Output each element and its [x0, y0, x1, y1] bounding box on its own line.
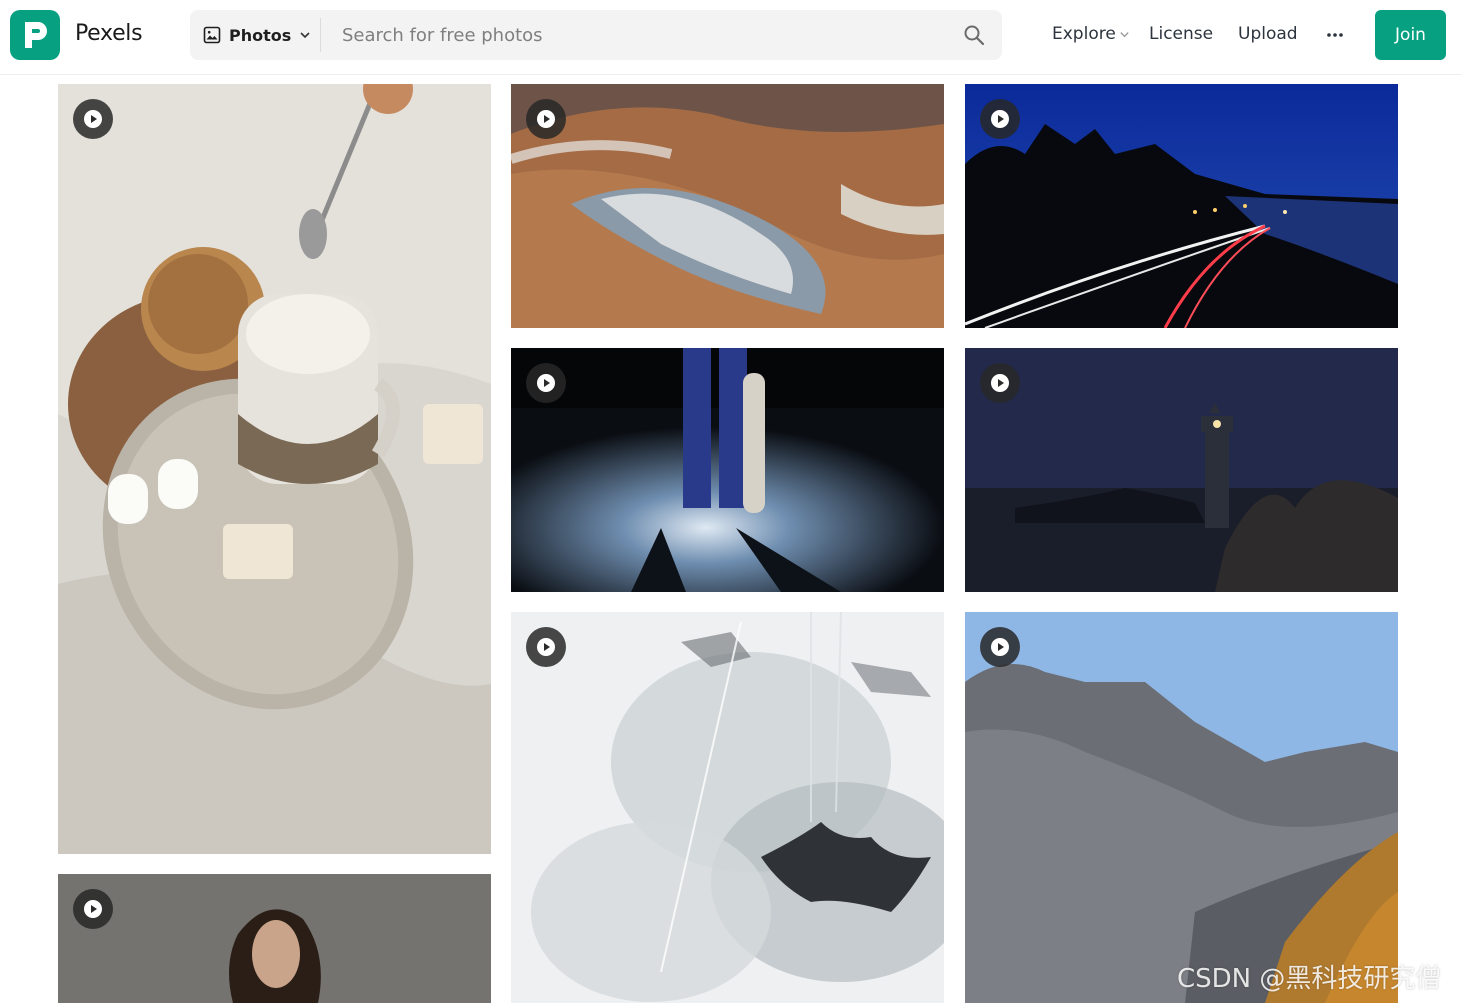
- search-divider: [320, 18, 321, 52]
- watermark-text: CSDN @黑科技研究僧: [1177, 964, 1442, 994]
- video-thumbnail: [58, 84, 491, 854]
- media-type-label: Photos: [229, 25, 292, 45]
- video-thumbnail: [965, 612, 1398, 1003]
- chevron-down-icon: [300, 32, 310, 39]
- more-horizontal-icon[interactable]: [1322, 25, 1348, 45]
- video-thumbnail: [965, 84, 1398, 328]
- nav-upload[interactable]: Upload: [1238, 24, 1298, 44]
- pexels-logo-icon[interactable]: [10, 10, 60, 60]
- play-icon: [980, 99, 1020, 139]
- play-icon: [526, 99, 566, 139]
- video-thumbnail: [511, 348, 944, 592]
- nav-license[interactable]: License: [1149, 24, 1213, 44]
- play-icon: [73, 889, 113, 929]
- brand-name[interactable]: Pexels: [75, 21, 143, 46]
- video-thumbnail: [511, 612, 944, 1003]
- search-input[interactable]: [330, 10, 940, 60]
- video-tile-highway-light-trails[interactable]: [965, 84, 1398, 328]
- video-thumbnail: [965, 348, 1398, 592]
- video-tile-coffee-cup[interactable]: [58, 84, 491, 854]
- video-thumbnail: [58, 874, 491, 1003]
- play-icon: [980, 363, 1020, 403]
- video-tile-woman-portrait[interactable]: [58, 874, 491, 1003]
- search-bar: Photos: [190, 10, 1002, 60]
- video-tile-skateboarder-night[interactable]: [511, 348, 944, 592]
- play-icon: [526, 363, 566, 403]
- media-type-dropdown[interactable]: Photos: [190, 10, 320, 60]
- search-icon[interactable]: [962, 23, 986, 47]
- play-icon: [980, 627, 1020, 667]
- chevron-down-icon[interactable]: [1119, 29, 1130, 40]
- video-thumbnail: [511, 84, 944, 328]
- video-tile-paper-bats[interactable]: [511, 612, 944, 1003]
- video-tile-geothermal-field[interactable]: [511, 84, 944, 328]
- image-icon: [203, 26, 221, 44]
- join-button[interactable]: Join: [1375, 10, 1446, 60]
- play-icon: [526, 627, 566, 667]
- top-navbar: Pexels Photos Explore License Upload J: [0, 0, 1461, 75]
- play-icon: [73, 99, 113, 139]
- video-tile-lighthouse-dusk[interactable]: [965, 348, 1398, 592]
- nav-explore[interactable]: Explore: [1052, 24, 1116, 44]
- video-tile-mountain-cliffs[interactable]: [965, 612, 1398, 1003]
